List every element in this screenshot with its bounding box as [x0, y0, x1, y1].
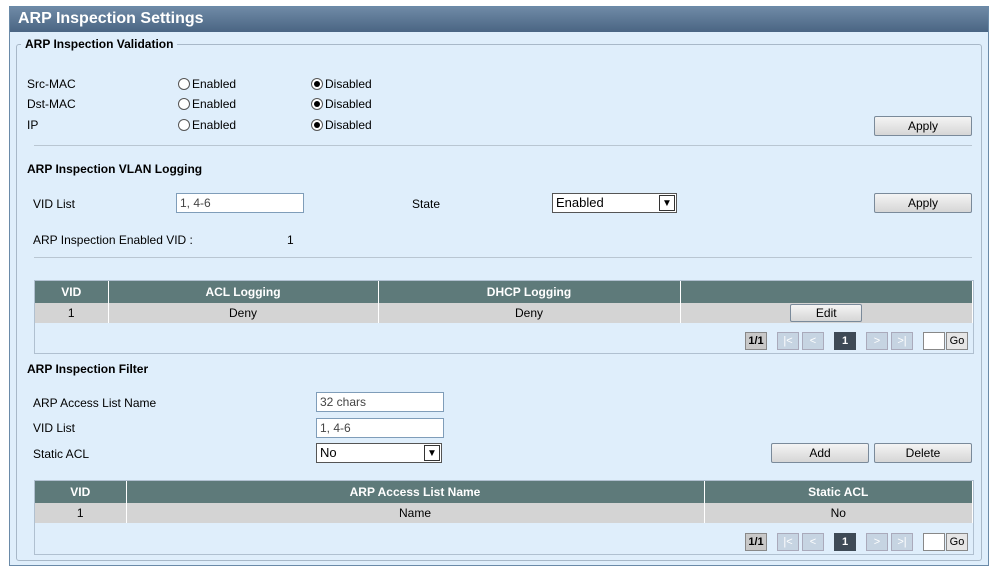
table-header-row: VID ARP Access List Name Static ACL: [35, 481, 973, 503]
filter-pager: 1/1 |< < 1 > >| Go: [745, 533, 975, 553]
page-total: 1/1: [745, 332, 767, 350]
radio-selected-icon: [311, 98, 323, 110]
static-acl-select[interactable]: No ▼: [316, 443, 442, 463]
vid-list-input[interactable]: 1, 4-6: [176, 193, 304, 213]
column-header-dhcp-logging: DHCP Logging: [378, 281, 681, 303]
filter-vid-list-label: VID List: [33, 421, 76, 435]
table-row: 1 Name No: [35, 503, 973, 523]
prev-page-button[interactable]: <: [802, 533, 824, 551]
radio-label: Enabled: [192, 118, 237, 132]
column-header-vid: VID: [35, 481, 127, 503]
radio-icon: [178, 78, 190, 90]
vid-list-label: VID List: [33, 197, 76, 211]
cell-vid: 1: [35, 303, 109, 323]
radio-label: Enabled: [192, 77, 237, 91]
chevron-down-icon: ▼: [659, 195, 675, 211]
settings-panel: ARP Inspection Settings ARP Inspection V…: [9, 6, 989, 566]
dst-mac-label: Dst-MAC: [27, 97, 76, 111]
edit-button[interactable]: Edit: [790, 304, 863, 322]
delete-button[interactable]: Delete: [874, 443, 972, 463]
prev-page-button[interactable]: <: [802, 332, 824, 350]
go-button[interactable]: Go: [946, 332, 968, 350]
state-select[interactable]: Enabled ▼: [552, 193, 677, 213]
page-number-input[interactable]: [923, 533, 945, 551]
radio-icon: [178, 119, 190, 131]
src-mac-label: Src-MAC: [27, 77, 76, 91]
first-page-button[interactable]: |<: [777, 332, 799, 350]
validation-apply-button[interactable]: Apply: [874, 116, 972, 136]
enabled-vid-label: ARP Inspection Enabled VID :: [33, 233, 193, 247]
first-page-button[interactable]: |<: [777, 533, 799, 551]
state-label: State: [412, 197, 441, 211]
vlan-logging-apply-button[interactable]: Apply: [874, 193, 972, 213]
cell-dhcp-logging: Deny: [378, 303, 681, 323]
column-header-static-acl: Static ACL: [704, 481, 973, 503]
radio-selected-icon: [311, 119, 323, 131]
cell-vid: 1: [35, 503, 127, 523]
go-button[interactable]: Go: [946, 533, 968, 551]
ip-label: IP: [27, 118, 39, 132]
last-page-button[interactable]: >|: [891, 332, 913, 350]
filter-vid-list-input[interactable]: 1, 4-6: [316, 418, 444, 438]
add-button[interactable]: Add: [771, 443, 869, 463]
column-header-acl-logging: ACL Logging: [108, 281, 379, 303]
divider: [34, 257, 972, 258]
cell-acl-logging: Deny: [108, 303, 379, 323]
static-acl-label: Static ACL: [33, 447, 90, 461]
current-page-button[interactable]: 1: [834, 332, 856, 350]
src-mac-enabled-radio[interactable]: Enabled: [178, 77, 236, 91]
state-select-value: Enabled: [556, 195, 604, 210]
ip-disabled-radio[interactable]: Disabled: [311, 118, 372, 132]
vlan-logging-pager: 1/1 |< < 1 > >| Go: [745, 332, 975, 352]
access-list-name-label: ARP Access List Name: [33, 396, 157, 410]
cell-access-list-name: Name: [126, 503, 705, 523]
filter-table: VID ARP Access List Name Static ACL 1 Na…: [35, 481, 973, 523]
chevron-down-icon: ▼: [424, 445, 440, 461]
current-page-button[interactable]: 1: [834, 533, 856, 551]
ip-enabled-radio[interactable]: Enabled: [178, 118, 236, 132]
radio-label: Disabled: [325, 97, 372, 111]
dst-mac-disabled-radio[interactable]: Disabled: [311, 97, 372, 111]
table-header-row: VID ACL Logging DHCP Logging: [35, 281, 973, 303]
static-acl-select-value: No: [320, 445, 337, 460]
column-header-action: [680, 281, 973, 303]
divider: [34, 145, 972, 146]
next-page-button[interactable]: >: [866, 332, 888, 350]
page-total: 1/1: [745, 533, 767, 551]
radio-selected-icon: [311, 78, 323, 90]
radio-label: Enabled: [192, 97, 237, 111]
table-row: 1 Deny Deny Edit: [35, 303, 973, 323]
vlan-logging-heading: ARP Inspection VLAN Logging: [27, 162, 203, 176]
dst-mac-enabled-radio[interactable]: Enabled: [178, 97, 236, 111]
page-number-input[interactable]: [923, 332, 945, 350]
column-header-access-list-name: ARP Access List Name: [126, 481, 705, 503]
cell-action: Edit: [680, 303, 973, 323]
access-list-name-input[interactable]: 32 chars: [316, 392, 444, 412]
vlan-logging-table: VID ACL Logging DHCP Logging 1 Deny Deny…: [35, 281, 973, 323]
radio-icon: [178, 98, 190, 110]
radio-label: Disabled: [325, 118, 372, 132]
enabled-vid-value: 1: [287, 233, 294, 247]
src-mac-disabled-radio[interactable]: Disabled: [311, 77, 372, 91]
radio-label: Disabled: [325, 77, 372, 91]
validation-legend: ARP Inspection Validation: [21, 37, 178, 51]
page-title: ARP Inspection Settings: [10, 7, 988, 32]
cell-static-acl: No: [704, 503, 973, 523]
column-header-vid: VID: [35, 281, 109, 303]
next-page-button[interactable]: >: [866, 533, 888, 551]
filter-heading: ARP Inspection Filter: [27, 362, 149, 376]
last-page-button[interactable]: >|: [891, 533, 913, 551]
